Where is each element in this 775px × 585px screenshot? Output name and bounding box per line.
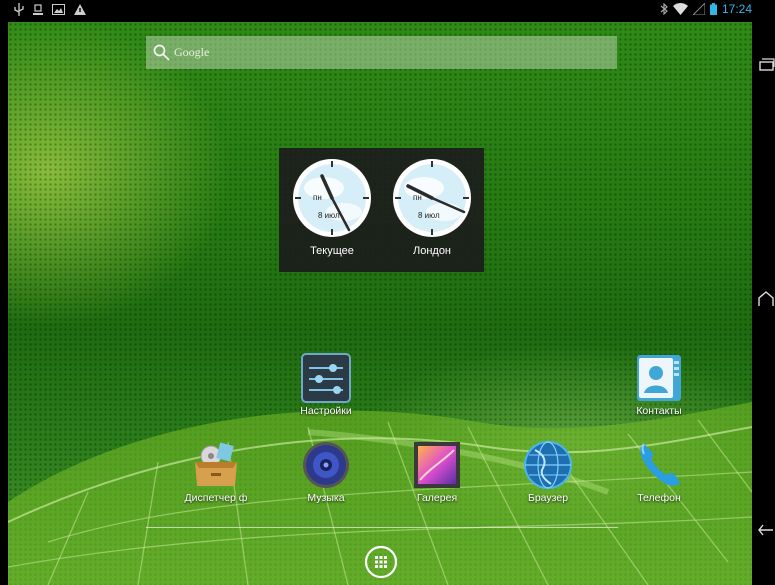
search-placeholder: Google	[174, 45, 210, 59]
status-clock: 17:24	[721, 2, 752, 16]
battery-icon	[709, 3, 717, 15]
status-bar: 17:24	[8, 0, 760, 22]
clock-city-label: Текущее	[310, 245, 354, 257]
contacts-card-icon	[637, 355, 681, 401]
app-label: Контакты	[636, 405, 682, 417]
wifi-icon	[672, 3, 688, 15]
music-speaker-icon	[303, 442, 349, 488]
world-clock-widget[interactable]: пн 8 июл Текущее пн 8 июл Лондон	[279, 148, 484, 272]
clock-day: пн	[313, 193, 322, 202]
app-label: Браузер	[527, 492, 569, 504]
google-search-bar[interactable]: Google	[146, 36, 617, 69]
navigation-bar	[752, 0, 775, 585]
app-browser[interactable]: Браузер	[508, 440, 588, 504]
analog-clock-face: пн 8 июл	[393, 159, 471, 237]
clock-day: пн	[413, 193, 422, 202]
app-gallery[interactable]: Галерея	[397, 440, 477, 504]
app-phone[interactable]: Телефон	[619, 440, 699, 504]
home-icon[interactable]	[757, 290, 775, 308]
search-icon	[153, 44, 170, 61]
gallery-notification-icon	[52, 4, 65, 15]
recent-apps-icon[interactable]	[757, 55, 775, 73]
clock-date: 8 июл	[418, 211, 440, 220]
apps-grid-icon	[375, 556, 387, 568]
usb-icon	[14, 3, 24, 16]
analog-clock-face: пн 8 июл	[293, 159, 371, 237]
app-label: Диспетчер ф	[184, 492, 248, 504]
cell-signal-icon	[692, 3, 705, 15]
app-label: Музыка	[307, 492, 345, 504]
clock-london[interactable]: пн 8 июл Лондон	[387, 158, 477, 257]
back-icon[interactable]	[757, 521, 775, 539]
file-manager-box-icon	[195, 442, 237, 486]
home-screen: 17:24 Google пн 8 июл Текущее пн 8 июл Л…	[0, 0, 775, 585]
storage-icon	[33, 3, 43, 15]
app-music[interactable]: Музыка	[286, 440, 366, 504]
clock-date: 8 июл	[318, 211, 340, 220]
app-settings[interactable]: Настройки	[286, 353, 366, 417]
app-contacts[interactable]: Контакты	[619, 353, 699, 417]
bluetooth-icon	[660, 3, 668, 15]
gallery-picture-icon	[414, 442, 460, 488]
clock-current[interactable]: пн 8 июл Текущее	[287, 158, 377, 257]
settings-sliders-icon	[301, 353, 351, 403]
app-label: Галерея	[416, 492, 458, 504]
app-label: Телефон	[637, 492, 681, 504]
app-label: Настройки	[300, 405, 352, 417]
clock-city-label: Лондон	[412, 245, 452, 257]
app-file-manager[interactable]: Диспетчер ф	[176, 440, 256, 504]
warning-icon	[74, 4, 86, 15]
browser-globe-icon	[524, 441, 572, 489]
phone-handset-icon	[640, 443, 680, 486]
dock-divider	[146, 527, 618, 528]
all-apps-button[interactable]	[364, 545, 398, 579]
